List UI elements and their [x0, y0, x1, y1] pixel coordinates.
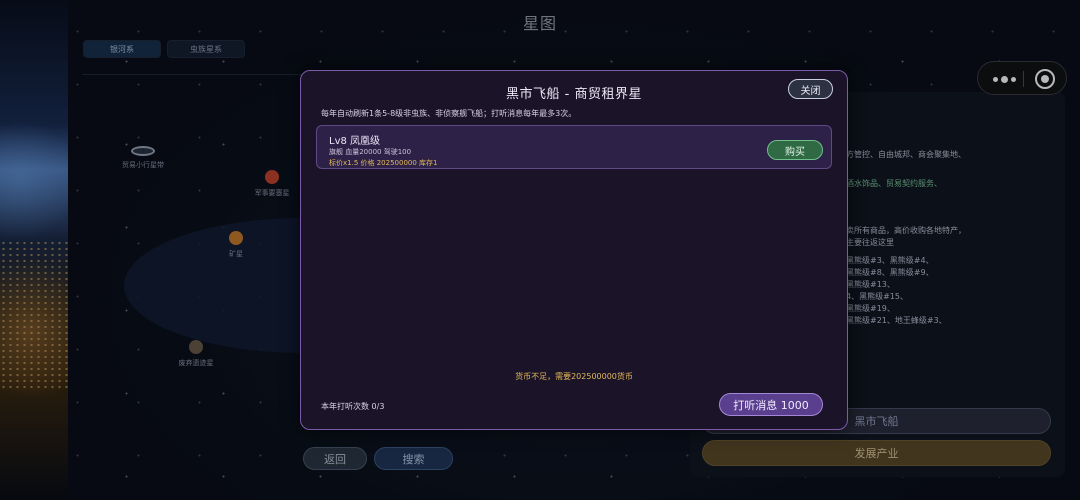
ship-price: 标价x1.5 价格 202500000 库存1 [329, 159, 438, 167]
insufficient-funds-warning: 货币不足，需要202500000货币 [515, 372, 633, 381]
close-button[interactable]: 关闭 [788, 79, 833, 99]
black-market-dialog: 黑市飞船 - 商贸租界星 关闭 每年自动刷新1条5-8级非虫族、非侦察舰飞船；打… [300, 70, 848, 430]
ship-listing: Lv8 凤凰级 旗舰 血量20000 驾驶100 标价x1.5 价格 20250… [316, 125, 832, 169]
inquiry-count: 本年打听次数 0/3 [321, 402, 385, 411]
ship-stats: 旗舰 血量20000 驾驶100 [329, 148, 412, 156]
dialog-title: 黑市飞船 - 商贸租界星 [506, 87, 642, 102]
inquire-news-button[interactable]: 打听消息 1000 [719, 393, 823, 416]
buy-button[interactable]: 购买 [767, 140, 823, 160]
dialog-note: 每年自动刷新1条5-8级非虫族、非侦察舰飞船；打听消息每年最多3次。 [321, 109, 577, 118]
ship-name: Lv8 凤凰级 [329, 136, 381, 147]
